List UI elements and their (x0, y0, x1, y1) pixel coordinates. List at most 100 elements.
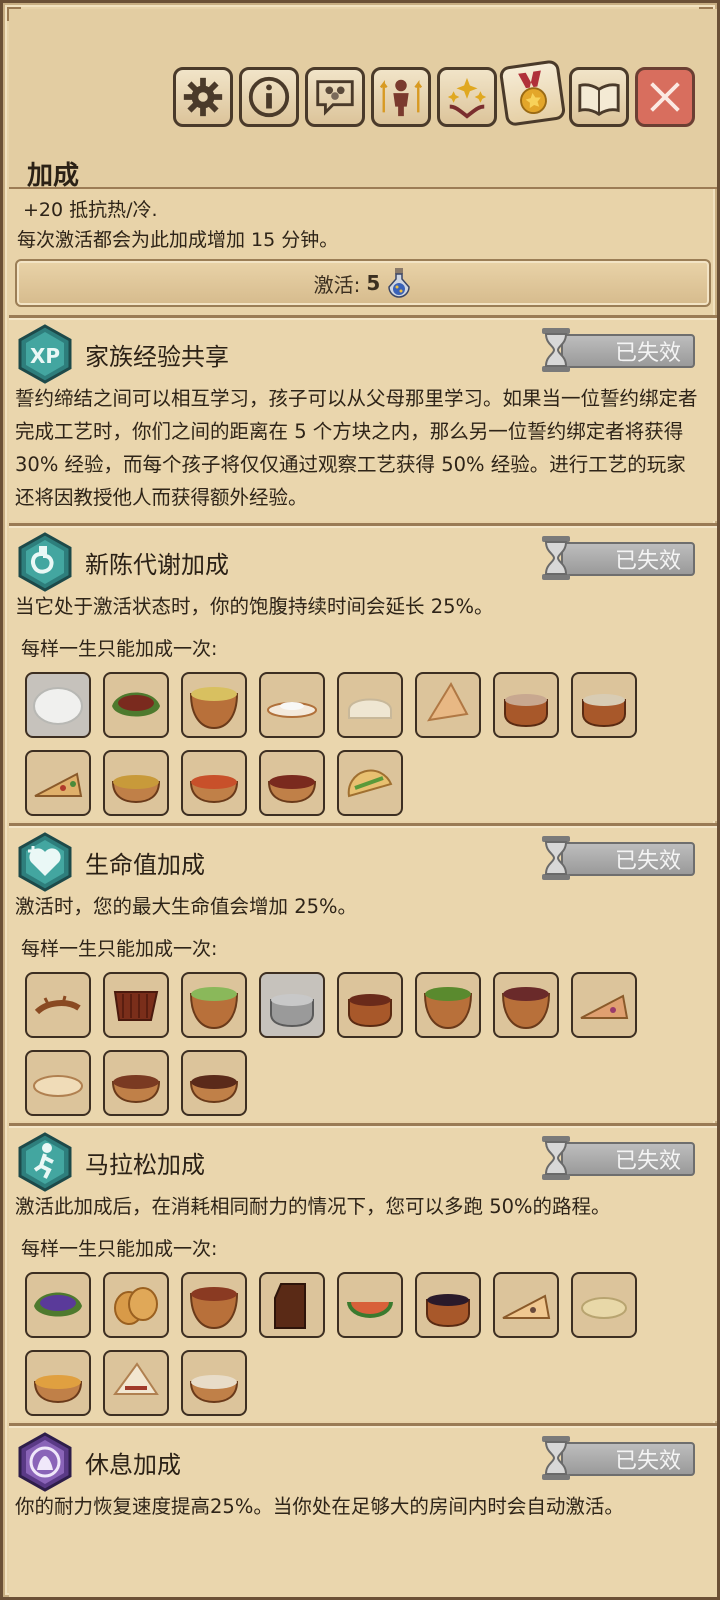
food-item[interactable] (25, 750, 91, 816)
expired-badge: 已失效 (539, 326, 697, 374)
food-item[interactable] (493, 972, 559, 1038)
bread-icon (348, 698, 392, 719)
activate-button[interactable]: 激活: 5 (15, 259, 711, 307)
roast-lizard-icon (34, 995, 81, 1015)
salad-pot-icon (189, 987, 239, 1030)
food-item[interactable] (259, 972, 325, 1038)
food-item[interactable] (259, 1272, 325, 1338)
stomach-icon (18, 532, 72, 592)
tab-attributes[interactable] (371, 67, 431, 127)
boost-description: 誓约缔结之间可以相互学习，孩子可以从父母那里学习。如果当一位誓约绑定者完成工艺时… (15, 387, 698, 509)
food-item[interactable] (181, 750, 247, 816)
food-item[interactable] (25, 1272, 91, 1338)
food-item[interactable] (571, 672, 637, 738)
activate-count: 5 (366, 271, 381, 295)
close-button[interactable] (635, 67, 695, 127)
boost-title: 家族经验共享 (85, 342, 229, 371)
grain-pile-icon (581, 1297, 627, 1319)
hourglass-icon (542, 536, 570, 580)
boost-card-metabolism: 新陈代谢加成 已失效 当它处于激活状态时，你的饱腹持续时间会延长 25%。 每样… (9, 523, 717, 821)
food-item[interactable] (571, 1272, 637, 1338)
tab-bar (173, 59, 695, 127)
food-item[interactable] (103, 1050, 169, 1116)
expired-badge: 已失效 (539, 534, 697, 582)
status-label: 已失效 (561, 1142, 695, 1176)
tab-family[interactable] (305, 67, 365, 127)
leaf-wrap-meat-icon (112, 692, 160, 717)
status-label: 已失效 (561, 542, 695, 576)
food-item[interactable] (337, 672, 403, 738)
food-item[interactable] (25, 972, 91, 1038)
food-item[interactable] (103, 972, 169, 1038)
page-title: 加成 (27, 161, 80, 191)
boost-description: 每次激活都会为此加成增加 15 分钟。 (17, 229, 339, 251)
expired-badge: 已失效 (539, 834, 697, 882)
hourglass-icon (542, 1136, 570, 1180)
status-label: 已失效 (561, 1442, 695, 1476)
once-per-life-label: 每样一生只能加成一次: (21, 638, 218, 660)
salad-bowl-icon (111, 775, 161, 804)
boost-card-health: 生命值加成 已失效 激活时，您的最大生命值会增加 25%。 每样一生只能加成一次… (9, 823, 717, 1121)
book-icon (578, 83, 620, 116)
boost-description: 你的耐力恢复速度提高25%。当你处在足够大的房间内时会自动激活。 (15, 1495, 624, 1518)
boost-stat: +20 抵抗热/冷. (23, 199, 158, 221)
food-item[interactable] (415, 672, 481, 738)
boost-description: 激活此加成后，在消耗相同耐力的情况下，您可以多跑 50%的路程。 (15, 1195, 611, 1218)
boost-card-header: XP 家族经验共享 (17, 324, 229, 384)
flatbread-icon (33, 1075, 83, 1097)
chili-pot-icon (189, 1287, 239, 1330)
food-item[interactable] (415, 972, 481, 1038)
character-stats-icon (379, 79, 423, 117)
food-item[interactable] (337, 1272, 403, 1338)
dough-icon (33, 687, 83, 725)
food-item[interactable] (493, 672, 559, 738)
food-item[interactable] (259, 672, 325, 738)
food-item[interactable] (25, 1350, 91, 1416)
porridge-pot-icon (582, 694, 626, 728)
buns-icon (114, 1287, 158, 1325)
activate-label: 激活: (313, 272, 361, 297)
dark-soup-pot-icon (426, 1294, 470, 1328)
tab-journal[interactable] (569, 67, 629, 127)
bean-pot-icon (348, 994, 392, 1028)
xp-icon: XP (18, 324, 72, 384)
sparkle-hands-icon (447, 77, 487, 119)
panel-header: 加成 (9, 9, 717, 191)
family-chat-icon (316, 80, 354, 116)
food-item[interactable] (181, 972, 247, 1038)
once-per-life-label: 每样一生只能加成一次: (21, 938, 218, 960)
food-item[interactable] (181, 1272, 247, 1338)
food-item[interactable] (103, 672, 169, 738)
food-item[interactable] (103, 750, 169, 816)
pizza-slice-icon (580, 994, 629, 1019)
food-item[interactable] (571, 972, 637, 1038)
close-icon (650, 82, 680, 112)
food-item[interactable] (259, 750, 325, 816)
potion-flask-icon (388, 268, 411, 298)
tab-settings[interactable] (173, 67, 233, 127)
tab-info[interactable] (239, 67, 299, 127)
food-item[interactable] (415, 1272, 481, 1338)
tab-boosts[interactable] (498, 59, 567, 127)
taco-icon (347, 769, 393, 798)
meat-stew-bowl-icon (189, 1075, 239, 1104)
food-item[interactable] (181, 1050, 247, 1116)
hourglass-icon (542, 1436, 570, 1480)
tab-blessings[interactable] (437, 67, 497, 127)
meat-bowl-icon (267, 775, 317, 804)
svg-text:XP: XP (30, 344, 60, 368)
food-item[interactable] (181, 1350, 247, 1416)
melon-slice-icon (347, 1302, 393, 1318)
boost-title: 马拉松加成 (85, 1150, 205, 1179)
food-grid (25, 972, 637, 1116)
food-item[interactable] (25, 1050, 91, 1116)
food-item[interactable] (493, 1272, 559, 1338)
food-item[interactable] (337, 750, 403, 816)
food-item[interactable] (103, 1272, 169, 1338)
hourglass-icon (542, 328, 570, 372)
food-item[interactable] (25, 672, 91, 738)
food-item[interactable] (181, 672, 247, 738)
boost-title: 休息加成 (85, 1450, 181, 1479)
food-item[interactable] (103, 1350, 169, 1416)
food-item[interactable] (337, 972, 403, 1038)
